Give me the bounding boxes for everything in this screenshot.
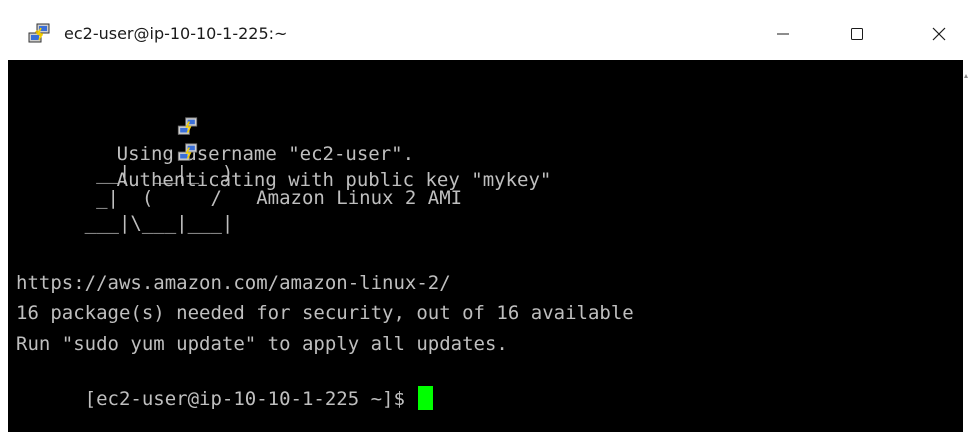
terminal-screen[interactable]: Using username "ec2-user". Authenticatin… bbox=[8, 60, 963, 432]
terminal-line: Run "sudo yum update" to apply all updat… bbox=[16, 333, 508, 355]
close-button[interactable] bbox=[916, 14, 962, 54]
maximize-icon bbox=[851, 28, 863, 40]
close-icon bbox=[932, 27, 946, 41]
terminal-line: https://aws.amazon.com/amazon-linux-2/ bbox=[16, 272, 451, 294]
putty-icon bbox=[27, 22, 51, 46]
terminal-line: 16 package(s) needed for security, out o… bbox=[16, 302, 634, 324]
minimize-button[interactable] bbox=[760, 14, 806, 54]
window-title: ec2-user@ip-10-10-1-225:~ bbox=[64, 24, 288, 43]
ascii-art-line: _| ( / Amazon Linux 2 AMI bbox=[16, 187, 463, 209]
minimize-icon bbox=[777, 33, 789, 35]
shell-prompt-line[interactable]: [ec2-user@ip-10-10-1-225 ~]$ bbox=[16, 360, 434, 432]
ascii-art-line: __| __|_ ) bbox=[16, 162, 234, 184]
ascii-art-line: ___|\___|___| bbox=[16, 212, 234, 234]
putty-window: ec2-user@ip-10-10-1-225:~ Using username… bbox=[0, 0, 970, 432]
maximize-button[interactable] bbox=[834, 14, 880, 54]
scrollbar[interactable] bbox=[963, 60, 970, 432]
title-bar[interactable]: ec2-user@ip-10-10-1-225:~ bbox=[0, 0, 970, 60]
putty-icon bbox=[85, 116, 198, 161]
text-cursor bbox=[418, 386, 434, 410]
scroll-up-icon[interactable] bbox=[964, 74, 968, 78]
shell-prompt: [ec2-user@ip-10-10-1-225 ~]$ bbox=[84, 388, 417, 410]
